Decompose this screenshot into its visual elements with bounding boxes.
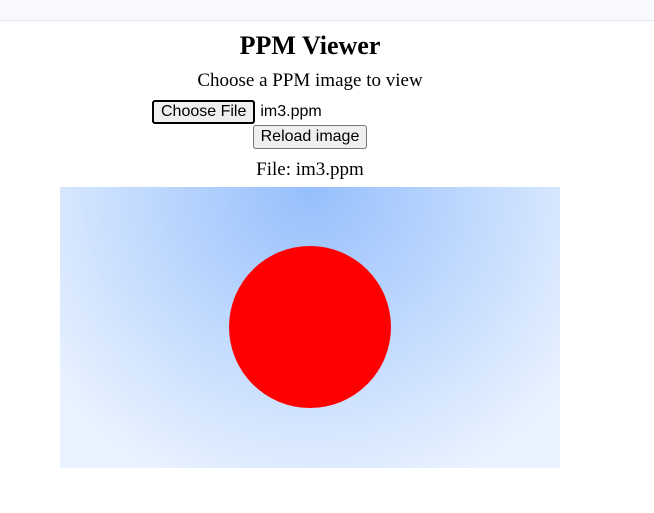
- page-title: PPM Viewer: [239, 31, 381, 60]
- ppm-image: [60, 187, 560, 468]
- choose-file-button[interactable]: Choose File: [152, 100, 256, 124]
- reload-image-button[interactable]: Reload image: [252, 125, 368, 149]
- reload-container: Reload image: [0, 125, 620, 149]
- file-info-label: File: im3.ppm: [256, 159, 364, 180]
- selected-file-name: im3.ppm: [260, 103, 322, 120]
- ppm-viewer-page: PPM Viewer Choose a PPM image to view Ch…: [0, 21, 620, 513]
- browser-top-bar: [0, 0, 654, 21]
- image-canvas: [60, 187, 560, 468]
- page-subtitle: Choose a PPM image to view: [197, 70, 423, 91]
- file-input[interactable]: Choose File im3.ppm: [152, 99, 322, 125]
- red-circle: [229, 246, 391, 408]
